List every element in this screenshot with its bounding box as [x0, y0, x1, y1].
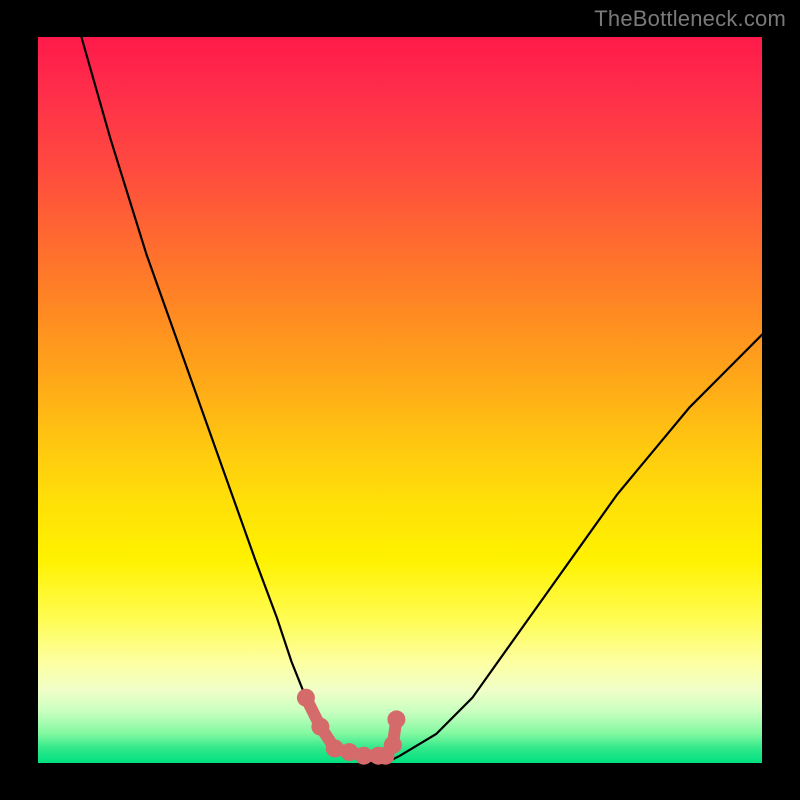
bottleneck-curve [81, 37, 762, 763]
dip-marker-dot [297, 689, 315, 707]
chart-curve-layer [38, 37, 762, 763]
curve-dip-markers [297, 689, 406, 765]
dip-marker-dot [384, 736, 402, 754]
dip-marker-dot [311, 718, 329, 736]
dip-marker-dot [387, 710, 405, 728]
attribution-text: TheBottleneck.com [594, 6, 786, 32]
